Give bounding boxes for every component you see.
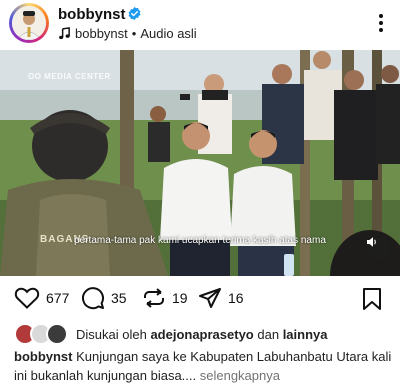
post-action-bar: 677 35 19 16 [0,282,400,314]
liked-by-connector: dan [253,326,283,342]
see-more-link[interactable]: selengkapnya [196,368,280,383]
share-count: 16 [228,290,244,306]
video-subtitle: pertama-tama pak kami ucapkan terima kas… [74,235,326,246]
heart-icon [14,287,40,309]
like-action[interactable]: 677 [14,286,69,310]
like-count: 677 [46,290,70,306]
liked-by-text: Disukai oleh adejonaprasetyo dan lainnya [76,327,327,342]
liked-by-row[interactable]: Disukai oleh adejonaprasetyo dan lainnya [14,322,327,346]
post-header: bobbynst bobbynst • Audio asli [0,0,400,48]
share-action[interactable]: 16 [198,286,244,310]
mute-toggle-button[interactable] [366,236,390,260]
liker-avatar [46,323,68,345]
comment-count: 35 [111,290,127,306]
profile-avatar[interactable] [9,3,49,43]
liked-by-user[interactable]: adejonaprasetyo [150,327,253,342]
media-watermark: OO MEDIA CENTER [28,72,111,81]
music-note-icon [59,27,70,40]
verified-badge-icon [128,6,141,21]
post-media-video[interactable]: OO MEDIA CENTER BAGANS pertama-tama pak … [0,50,400,276]
avatar-image [12,6,46,40]
liked-by-others[interactable]: lainnya [283,327,328,342]
audio-line[interactable]: bobbynst • Audio asli [58,26,197,41]
speaker-icon [367,237,376,247]
caption-username[interactable]: bobbynst [14,349,73,364]
more-vertical-icon[interactable] [378,13,384,33]
comment-bubble-icon [82,287,104,310]
repost-count: 19 [172,290,188,306]
audio-label: Audio asli [140,26,197,41]
post-caption: bobbynst Kunjungan saya ke Kabupaten Lab… [14,347,394,385]
audio-separator: • [131,26,137,41]
comment-action[interactable]: 35 [81,286,127,310]
bookmark-icon[interactable] [362,287,382,311]
send-paper-plane-icon [199,288,221,308]
liked-by-prefix: Disukai oleh [76,326,151,342]
repost-action[interactable]: 19 [142,286,188,310]
post-username[interactable]: bobbynst [58,6,126,23]
audio-user: bobbynst [75,26,128,41]
repost-icon [144,288,164,308]
